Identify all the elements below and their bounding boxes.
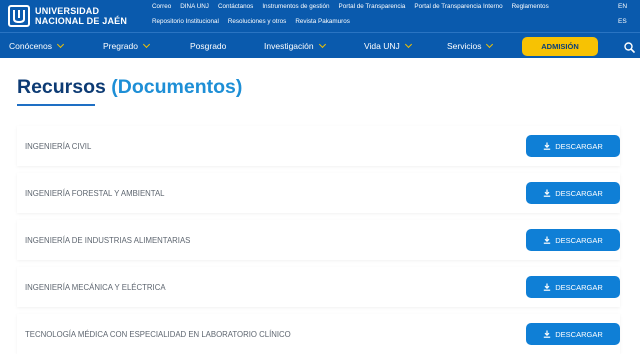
download-icon [544,236,551,244]
download-button[interactable]: DESCARGAR [526,135,620,157]
link-dina-unj[interactable]: DINA UNJ [180,3,209,10]
document-row: INGENIERÍA DE INDUSTRIAS ALIMENTARIAS DE… [17,220,620,260]
document-label: INGENIERÍA FORESTAL Y AMBIENTAL [25,188,165,198]
link-portal-transparencia[interactable]: Portal de Transparencia [339,3,406,10]
link-repositorio[interactable]: Repositorio Institucional [152,18,219,25]
document-row: INGENIERÍA CIVIL DESCARGAR [17,126,620,166]
logo-icon [8,5,30,27]
nav-label: Posgrado [190,41,227,51]
chevron-down-icon [404,40,412,49]
nav-servicios[interactable]: Servicios [447,33,494,59]
download-label: DESCARGAR [555,188,603,198]
download-icon [544,330,551,338]
download-button[interactable]: DESCARGAR [526,229,620,251]
nav-label: Conócenos [9,41,53,51]
link-contactanos[interactable]: Contáctanos [218,3,253,10]
document-label: INGENIERÍA DE INDUSTRIAS ALIMENTARIAS [25,235,191,245]
admision-button[interactable]: ADMISIÓN [522,37,598,56]
link-portal-transparencia-interno[interactable]: Portal de Transparencia Interno [414,3,502,10]
chevron-down-icon [318,40,326,49]
download-button[interactable]: DESCARGAR [526,323,620,345]
logo-line1: UNIVERSIDAD [35,6,100,16]
top-links-row2: Repositorio Institucional Resoluciones y… [152,18,350,25]
download-icon [544,142,551,150]
page-title: Recursos (Documentos) [17,76,242,99]
nav-label: Investigación [264,41,314,51]
download-icon [544,283,551,291]
nav-vida-unj[interactable]: Vida UNJ [364,33,412,59]
title-underline [17,104,95,106]
document-label: TECNOLOGÍA MÉDICA CON ESPECIALIDAD EN LA… [25,329,291,339]
link-instrumentos[interactable]: Instrumentos de gestión [262,3,329,10]
document-label: INGENIERÍA MECÁNICA Y ELÉCTRICA [25,282,166,292]
nav-pregrado[interactable]: Pregrado [103,33,151,59]
document-row: TECNOLOGÍA MÉDICA CON ESPECIALIDAD EN LA… [17,314,620,354]
logo-text: UNIVERSIDAD NACIONAL DE JAÉN [35,6,127,26]
top-header: UNIVERSIDAD NACIONAL DE JAÉN Correo DINA… [0,0,640,32]
download-button[interactable]: DESCARGAR [526,276,620,298]
document-row: INGENIERÍA FORESTAL Y AMBIENTAL DESCARGA… [17,173,620,213]
chevron-down-icon [142,40,151,49]
university-logo[interactable]: UNIVERSIDAD NACIONAL DE JAÉN [8,3,127,29]
top-links-row1: Correo DINA UNJ Contáctanos Instrumentos… [152,3,549,10]
document-row: INGENIERÍA MECÁNICA Y ELÉCTRICA DESCARGA… [17,267,620,307]
link-correo[interactable]: Correo [152,3,171,10]
nav-label: Pregrado [103,41,138,51]
nav-investigacion[interactable]: Investigación [264,33,326,59]
download-label: DESCARGAR [555,282,603,292]
chevron-down-icon [56,40,65,49]
download-label: DESCARGAR [555,329,603,339]
page-title-accent: (Documentos) [111,76,243,98]
download-button[interactable]: DESCARGAR [526,182,620,204]
chevron-down-icon [486,40,494,49]
nav-conocenos[interactable]: Conócenos [9,33,65,59]
page-title-main: Recursos [17,76,106,98]
logo-line2: NACIONAL DE JAÉN [35,16,128,26]
nav-label: Servicios [447,41,482,51]
document-label: INGENIERÍA CIVIL [25,141,92,151]
main-nav: Conócenos Pregrado Posgrado Investigació… [0,32,640,58]
link-revista[interactable]: Revista Pakamuros [295,18,350,25]
lang-es[interactable]: ES [618,18,627,25]
download-icon [544,189,551,197]
search-icon[interactable] [624,40,635,58]
download-label: DESCARGAR [555,141,603,151]
nav-label: Vida UNJ [364,41,400,51]
lang-en[interactable]: EN [618,3,627,10]
link-reglamentos[interactable]: Reglamentos [512,3,549,10]
nav-posgrado[interactable]: Posgrado [190,33,226,59]
link-resoluciones[interactable]: Resoluciones y otros [228,18,286,25]
download-label: DESCARGAR [555,235,603,245]
